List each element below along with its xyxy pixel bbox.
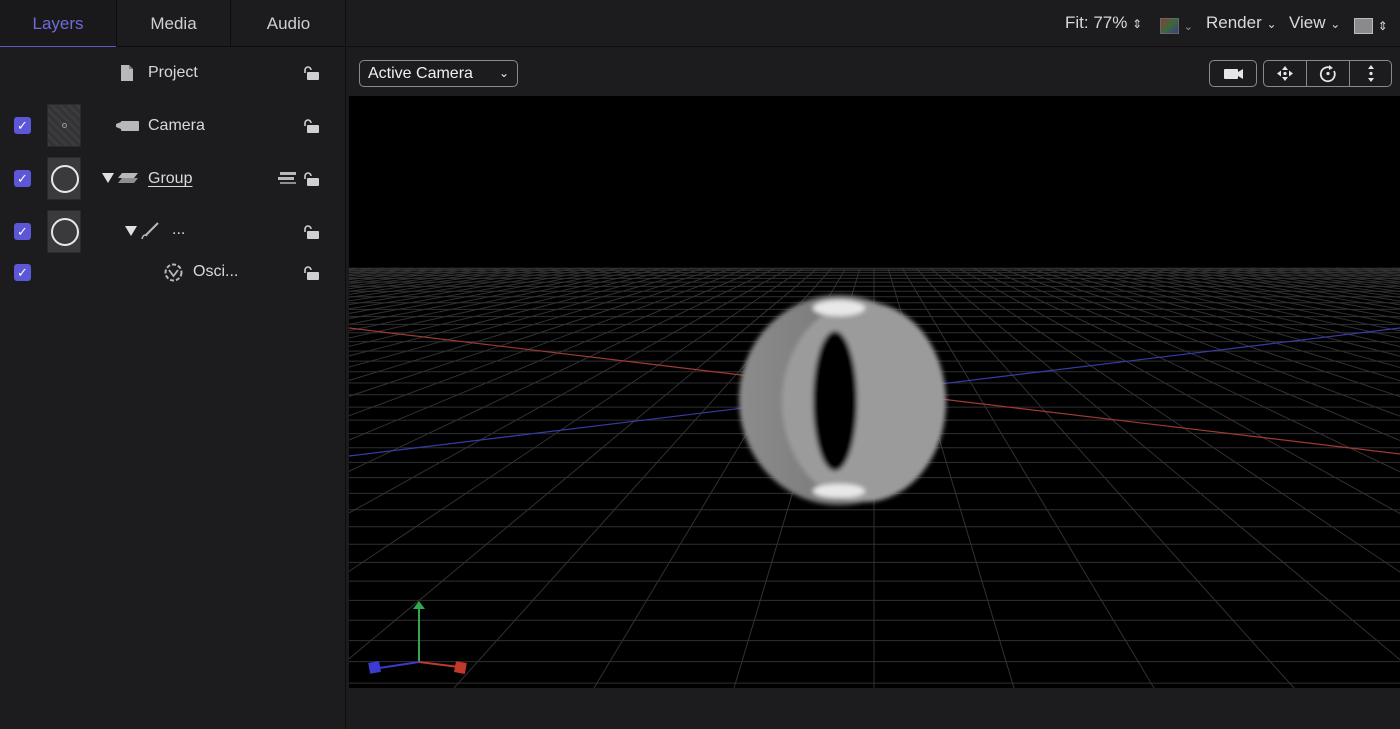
camera-tools-group <box>1263 60 1392 87</box>
video-camera-icon <box>1224 69 1243 79</box>
camera-icon <box>116 121 139 131</box>
disclosure-triangle-icon[interactable] <box>102 172 114 184</box>
disclosure-triangle-icon[interactable] <box>125 225 137 237</box>
group-stack-icon <box>118 173 138 183</box>
chevron-down-icon: ⌄ <box>1183 21 1193 33</box>
panel-tabs: Layers Media Audio <box>0 0 346 47</box>
layer-visibility-checkbox[interactable]: ✓ <box>14 170 31 187</box>
behavior-gear-icon <box>164 263 183 282</box>
orbit-tool[interactable] <box>1307 61 1350 86</box>
layer-visibility-checkbox[interactable]: ✓ <box>14 117 31 134</box>
scene-view <box>349 267 1400 688</box>
layer-name-oscillate: Osci... <box>193 263 239 280</box>
unlock-icon[interactable] <box>302 224 320 240</box>
dolly-tool[interactable] <box>1350 61 1392 86</box>
tab-audio[interactable]: Audio <box>230 0 346 47</box>
viewer-canvas[interactable] <box>349 96 1400 688</box>
layer-row-project[interactable]: Project <box>0 53 346 93</box>
viewer-subbar: Active Camera ⌄ <box>347 48 1400 96</box>
view-label: View <box>1289 13 1326 32</box>
dolly-arrows-icon <box>1368 65 1374 82</box>
layers-panel: Layers Media Audio Project ✓ Camera ✓ Gr… <box>0 0 346 729</box>
unlock-icon[interactable] <box>302 65 320 81</box>
fit-zoom-control[interactable]: Fit: 77% ⇕ <box>1065 13 1142 33</box>
chevron-down-icon: ⌄ <box>1266 17 1277 31</box>
view-menu[interactable]: View ⌄ <box>1289 13 1340 33</box>
pan-tool[interactable] <box>1264 61 1307 86</box>
layer-row-stroke[interactable]: ✓ ... <box>0 210 346 253</box>
layer-thumbnail <box>47 104 81 147</box>
unlock-icon[interactable] <box>302 265 320 281</box>
layer-row-oscillate[interactable]: ✓ Osci... <box>0 252 346 292</box>
orbit-icon <box>1319 65 1336 83</box>
viewer-toolbar: Fit: 77% ⇕ ⌄ Render ⌄ View ⌄ ⇕ <box>347 0 1400 47</box>
layer-thumbnail <box>47 157 81 200</box>
layer-row-camera[interactable]: ✓ Camera <box>0 104 346 147</box>
tab-media[interactable]: Media <box>116 0 230 47</box>
camera-select-value: Active Camera <box>368 65 473 82</box>
layer-name-group: Group <box>148 170 193 187</box>
channels-control[interactable]: ⌄ <box>1160 15 1193 35</box>
camera-select[interactable]: Active Camera ⌄ <box>359 60 518 87</box>
color-channels-icon <box>1160 17 1179 34</box>
move-arrows-icon <box>1277 66 1293 81</box>
camera-view-button[interactable] <box>1209 60 1257 87</box>
layer-thumbnail <box>47 210 81 253</box>
render-menu[interactable]: Render ⌄ <box>1206 13 1277 33</box>
unlock-icon[interactable] <box>302 118 320 134</box>
ring-object[interactable] <box>739 295 946 505</box>
chevron-down-icon: ⌄ <box>498 66 509 80</box>
paint-stroke-icon <box>141 222 159 240</box>
layer-name-stroke: ... <box>172 221 186 238</box>
render-label: Render <box>1206 13 1262 32</box>
axis-gizmo <box>368 601 467 674</box>
layer-name-camera: Camera <box>148 117 205 134</box>
layout-icon <box>1354 17 1373 34</box>
blend-stack-icon[interactable] <box>278 171 298 185</box>
stepper-icon: ⇕ <box>1132 17 1143 31</box>
layer-name-project: Project <box>148 64 198 81</box>
tab-layers[interactable]: Layers <box>0 0 116 47</box>
layer-row-group[interactable]: ✓ Group <box>0 157 346 200</box>
layout-menu[interactable]: ⇕ <box>1354 15 1388 35</box>
layer-visibility-checkbox[interactable]: ✓ <box>14 223 31 240</box>
layer-visibility-checkbox[interactable]: ✓ <box>14 264 31 281</box>
fit-label: Fit: <box>1065 13 1089 32</box>
chevron-down-icon: ⌄ <box>1330 17 1341 31</box>
stepper-icon: ⇕ <box>1377 19 1388 33</box>
unlock-icon[interactable] <box>302 171 320 187</box>
fit-value: 77% <box>1093 13 1128 32</box>
document-icon <box>121 65 133 81</box>
viewer-footer <box>347 688 1400 729</box>
